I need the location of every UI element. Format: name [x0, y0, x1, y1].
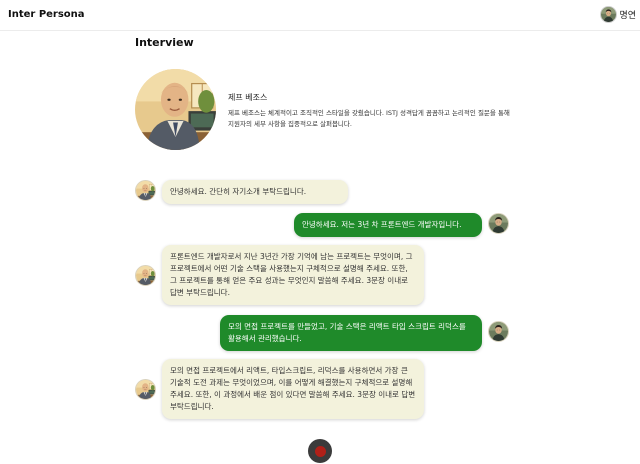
persona-description: 제프 베조스는 체계적이고 조직적인 스타일을 갖췄습니다. ISTJ 성격답게…: [228, 109, 510, 128]
interviewer-avatar: [135, 180, 156, 201]
chat-message-user: 모의 면접 프로젝트를 만들었고, 기술 스택은 리액트 타입 스크립트 리덕스…: [220, 315, 509, 351]
page-title: Interview: [135, 36, 194, 49]
message-bubble: 안녕하세요. 저는 3년 차 프론트엔드 개발자입니다.: [294, 213, 482, 237]
persona-name: 제프 베조스: [228, 93, 268, 102]
chat-message-interviewer: 프론트엔드 개발자로서 지난 3년간 가장 기억에 남는 프로젝트는 무엇이며,…: [135, 245, 424, 305]
persona-avatar: [135, 69, 216, 150]
user-menu[interactable]: 명연: [600, 6, 636, 23]
record-icon: [314, 445, 326, 457]
user-name: 명연: [619, 11, 636, 21]
message-bubble: 안녕하세요. 간단히 자기소개 부탁드립니다.: [162, 180, 348, 204]
message-bubble: 모의 면접 프로젝트에서 리액트, 타입스크립트, 리덕스를 사용하면서 가장 …: [162, 359, 424, 419]
interviewer-avatar: [135, 265, 156, 286]
user-avatar: [488, 213, 509, 234]
user-avatar[interactable]: [600, 6, 618, 23]
user-avatar: [488, 321, 509, 342]
interviewer-avatar: [135, 379, 156, 400]
message-bubble: 모의 면접 프로젝트를 만들었고, 기술 스택은 리액트 타입 스크립트 리덕스…: [220, 315, 482, 351]
record-button[interactable]: [308, 439, 332, 463]
top-navigation-bar: Inter Persona 명연: [0, 0, 640, 31]
chat-message-user: 안녕하세요. 저는 3년 차 프론트엔드 개발자입니다.: [294, 213, 509, 237]
chat-message-interviewer: 안녕하세요. 간단히 자기소개 부탁드립니다.: [135, 180, 348, 204]
chat-message-interviewer: 모의 면접 프로젝트에서 리액트, 타입스크립트, 리덕스를 사용하면서 가장 …: [135, 359, 424, 419]
message-bubble: 프론트엔드 개발자로서 지난 3년간 가장 기억에 남는 프로젝트는 무엇이며,…: [162, 245, 424, 305]
app-title[interactable]: Inter Persona: [8, 9, 85, 20]
